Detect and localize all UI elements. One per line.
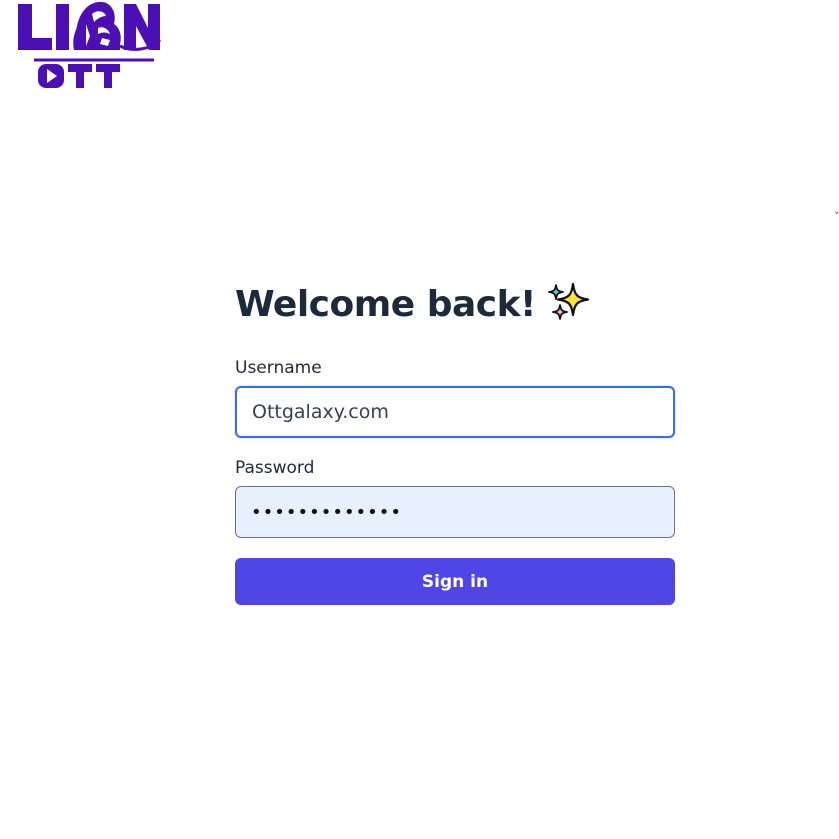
password-masked-value: ••••••••••••• bbox=[251, 501, 403, 523]
lion-ott-logo-image bbox=[18, 1, 162, 88]
login-page: ˅ Welcome back! Username Password ••••••… bbox=[0, 0, 839, 839]
lion-ott-logo[interactable] bbox=[16, 0, 164, 92]
edge-glyph: ˅ bbox=[834, 210, 839, 223]
page-title: Welcome back! bbox=[235, 283, 536, 325]
login-form: Welcome back! Username Password ••••••••… bbox=[235, 278, 675, 605]
sparkles-icon bbox=[548, 282, 590, 320]
password-input[interactable]: ••••••••••••• bbox=[235, 486, 675, 538]
username-label: Username bbox=[235, 358, 322, 378]
username-input[interactable] bbox=[235, 386, 675, 438]
heading-row: Welcome back! bbox=[235, 278, 675, 330]
sign-in-button[interactable]: Sign in bbox=[235, 558, 675, 605]
password-label: Password bbox=[235, 458, 315, 478]
